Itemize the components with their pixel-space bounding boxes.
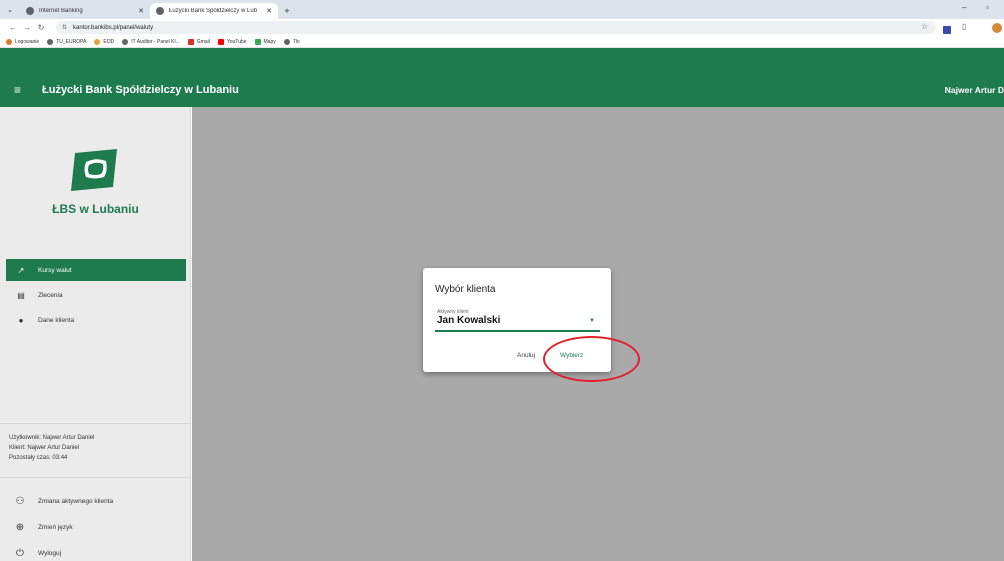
browser-tab-internet-banking[interactable]: Internet Banking ✕	[20, 3, 150, 19]
restore-icon[interactable]: ▫	[986, 3, 989, 12]
maps-icon	[254, 38, 261, 45]
sidebar: ŁBS w Lubaniu ↗ Kursy walut ▤ Zlecenia ●…	[0, 107, 191, 561]
app-top-band	[0, 48, 1004, 73]
address-bar[interactable]: ⇅ kantor.bankibs.pl/panel/waluty	[56, 21, 936, 34]
avatar[interactable]	[992, 23, 1002, 33]
back-icon[interactable]: ←	[6, 23, 20, 32]
sidebar-menu: ↗ Kursy walut ▤ Zlecenia ● Dane klienta	[6, 259, 186, 334]
new-tab-button[interactable]: +	[278, 3, 296, 19]
forward-icon[interactable]: →	[20, 23, 34, 32]
sidebar-item-label: Dane klienta	[38, 316, 75, 324]
person-switch-icon: ⚇	[15, 495, 25, 507]
bookmark-tlo[interactable]: Tlo	[283, 38, 300, 45]
browser-tab-strip: ⌄ Internet Banking ✕ Łużycki Bank Spółdz…	[0, 0, 1004, 19]
bookmark-icon	[94, 38, 101, 45]
bookmark-eod[interactable]: EOD	[94, 38, 114, 45]
minimize-icon[interactable]: –	[962, 3, 966, 12]
power-icon: ⏻	[16, 547, 24, 559]
bookmark-mapy[interactable]: Mapy	[254, 38, 276, 45]
bank-logo: ŁBS w Lubaniu	[0, 149, 191, 216]
change-language-button[interactable]: ⊕ Zmień język	[0, 514, 191, 540]
hamburger-menu-icon[interactable]: ≡	[14, 84, 30, 96]
bookmark-logowanie[interactable]: Logowanie	[6, 38, 39, 45]
bookmarks-bar: Logowanie TU_EUROPA EOD IT Auditor - Pan…	[0, 36, 1004, 48]
bookmark-icon	[6, 38, 12, 45]
close-icon[interactable]: ✕	[138, 7, 144, 15]
change-client-button[interactable]: ⚇ Zmiana aktywnego klienta	[0, 488, 191, 514]
trending-up-icon: ↗	[17, 265, 25, 275]
session-user: Użytkownik: Najwer Artur Daniel	[9, 435, 95, 441]
dialog-title: Wybór klienta	[435, 284, 496, 295]
person-icon: ●	[18, 315, 24, 325]
extension-icon[interactable]	[943, 26, 951, 34]
sidebar-item-kursy-walut[interactable]: ↗ Kursy walut	[6, 259, 186, 281]
bank-logo-text: ŁBS w Lubaniu	[52, 202, 139, 216]
chevron-down-icon[interactable]: ▼	[589, 318, 595, 324]
globe-icon	[47, 38, 54, 45]
globe-icon	[156, 7, 164, 15]
globe-icon	[283, 38, 290, 45]
bookmark-it-auditor[interactable]: IT Auditor - Panel Kl...	[122, 38, 180, 45]
close-icon[interactable]: ✕	[266, 7, 272, 15]
app-title: Łużycki Bank Spółdzielczy w Lubaniu	[42, 84, 239, 96]
url-text: kantor.bankibs.pl/panel/waluty	[73, 24, 154, 31]
header-user-name[interactable]: Najwer Artur D	[945, 85, 1004, 95]
sidebar-item-label: Kursy walut	[38, 266, 72, 274]
globe-icon	[122, 38, 129, 45]
sidebar-bottom-menu: ⚇ Zmiana aktywnego klienta ⊕ Zmień język…	[0, 477, 191, 561]
puzzle-icon[interactable]: ▯	[962, 22, 966, 31]
session-client: Klient: Najwer Artur Daniel	[9, 445, 80, 451]
globe-icon: ⊕	[15, 521, 25, 533]
tab-title: Łużycki Bank Spółdzielczy w Lub	[169, 8, 258, 14]
session-info: Użytkownik: Najwer Artur Daniel Klient: …	[0, 423, 191, 463]
client-select[interactable]: Jan Kowalski	[437, 315, 500, 326]
site-info-icon[interactable]: ⇅	[62, 24, 67, 31]
tab-title: Internet Banking	[39, 8, 83, 14]
sidebar-item-dane-klienta[interactable]: ● Dane klienta	[6, 309, 186, 331]
sidebar-item-zlecenia[interactable]: ▤ Zlecenia	[6, 284, 186, 306]
globe-icon	[26, 7, 34, 15]
address-row: ← → ↻ ⇅ kantor.bankibs.pl/panel/waluty	[0, 19, 1004, 36]
document-icon: ▤	[17, 290, 25, 300]
bookmark-youtube[interactable]: YouTube	[217, 38, 247, 45]
select-underline	[435, 330, 600, 332]
bookmark-tu-europa[interactable]: TU_EUROPA	[47, 38, 86, 45]
bookmark-gmail[interactable]: Gmail	[187, 38, 210, 45]
star-icon[interactable]: ☆	[921, 22, 928, 31]
cancel-button[interactable]: Anuluj	[517, 352, 535, 359]
annotation-circle	[543, 336, 640, 382]
sidebar-item-label: Zlecenia	[38, 291, 63, 299]
browser-tab-bank[interactable]: Łużycki Bank Spółdzielczy w Lub ✕	[150, 3, 278, 19]
session-time: Pozostały czas: 03:44	[9, 455, 68, 461]
app-header: ≡ Łużycki Bank Spółdzielczy w Lubaniu Na…	[0, 73, 1004, 107]
tab-search-icon[interactable]: ⌄	[0, 0, 20, 19]
reload-icon[interactable]: ↻	[34, 23, 48, 32]
gmail-icon	[187, 38, 194, 45]
logout-button[interactable]: ⏻ Wyloguj	[0, 540, 191, 561]
bank-logo-icon	[70, 149, 117, 191]
youtube-icon	[217, 38, 224, 45]
